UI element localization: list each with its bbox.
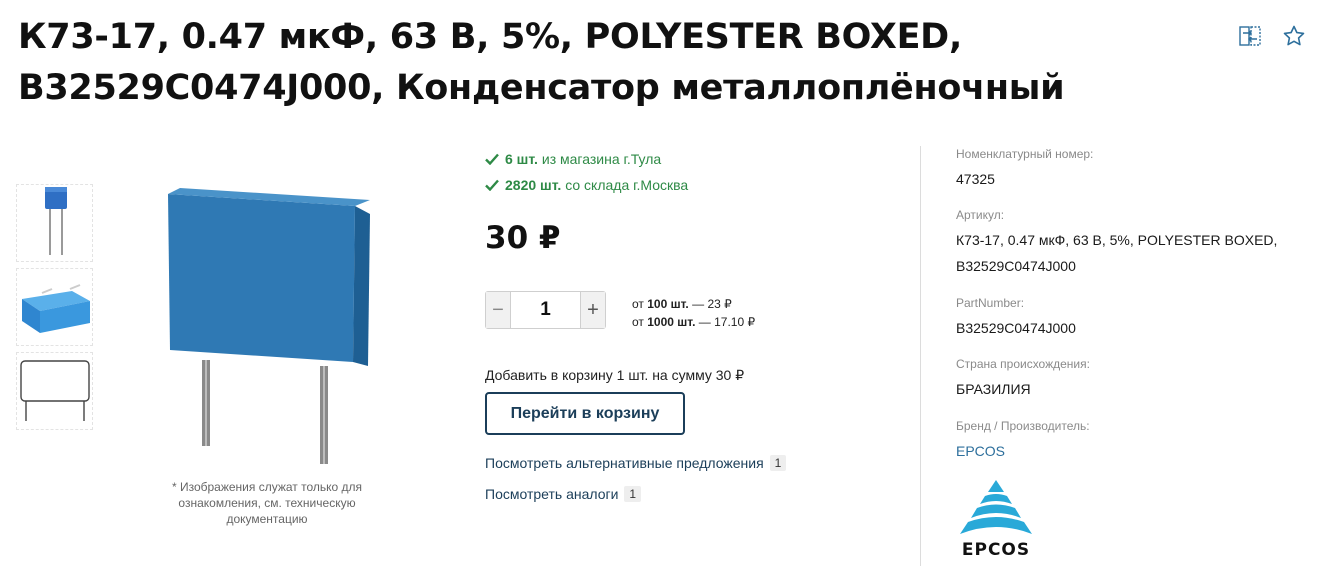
count-badge: 1 <box>624 486 642 502</box>
spec-country: Страна происхождения: БРАЗИЛИЯ <box>956 357 1090 397</box>
price: 30 ₽ <box>485 220 561 256</box>
decrement-button[interactable]: − <box>486 292 510 328</box>
alternative-offers-row: Посмотреть альтернативные предложения 1 <box>485 455 787 471</box>
column-divider <box>920 146 921 566</box>
price-tier: от 1000 шт. — 17.10 ₽ <box>632 315 756 329</box>
thumbnail-photo-side[interactable] <box>16 184 93 262</box>
check-icon <box>485 179 499 191</box>
analogs-link[interactable]: Посмотреть аналоги <box>485 486 618 502</box>
go-to-cart-button[interactable]: Перейти в корзину <box>485 392 685 435</box>
stock-qty: 2820 шт. <box>505 177 562 193</box>
price-tiers: от 100 шт. — 23 ₽ от 1000 шт. — 17.10 ₽ <box>632 295 755 331</box>
stock-location: из магазина г.Тула <box>541 151 662 167</box>
stock-qty: 6 шт. <box>505 151 538 167</box>
check-icon <box>485 153 499 165</box>
count-badge: 1 <box>769 455 787 471</box>
brand-logo[interactable]: EPCOS <box>952 478 1040 560</box>
stock-location: со склада г.Москва <box>565 177 689 193</box>
page-title: К73-17, 0.47 мкФ, 63 В, 5%, POLYESTER BO… <box>18 17 1065 108</box>
quantity-input[interactable] <box>510 292 581 328</box>
brand-link[interactable]: EPCOS <box>956 438 1316 464</box>
stock-store: 6 шт. из магазина г.Тула <box>485 151 661 167</box>
thumbnail-photo-top[interactable] <box>16 268 93 346</box>
title-actions <box>1236 22 1308 50</box>
image-disclaimer: * Изображения служат только для ознакомл… <box>171 480 363 526</box>
analogs-row: Посмотреть аналоги 1 <box>485 486 642 502</box>
favorite-star-icon[interactable] <box>1280 22 1308 50</box>
spec-brand: Бренд / Производитель: EPCOS <box>956 418 1316 464</box>
cart-summary: Добавить в корзину 1 шт. на сумму 30 ₽ <box>485 367 745 383</box>
spec-nomenclature: Номенклатурный номер: 47325 <box>956 147 1094 187</box>
thumbnail-list <box>16 184 93 436</box>
quantity-stepper: − + <box>485 291 606 329</box>
compare-icon[interactable] <box>1236 22 1264 50</box>
product-image[interactable] <box>150 180 390 470</box>
spec-part-number: PartNumber: B32529C0474J000 <box>956 296 1076 336</box>
brand-logo-text: EPCOS <box>962 540 1030 560</box>
increment-button[interactable]: + <box>581 292 605 328</box>
price-tier: от 100 шт. — 23 ₽ <box>632 297 732 311</box>
stock-warehouse: 2820 шт. со склада г.Москва <box>485 177 688 193</box>
spec-article: Артикул: К73-17, 0.47 мкФ, 63 В, 5%, POL… <box>956 208 1278 274</box>
alternative-offers-link[interactable]: Посмотреть альтернативные предложения <box>485 455 764 471</box>
thumbnail-drawing[interactable] <box>16 352 93 430</box>
